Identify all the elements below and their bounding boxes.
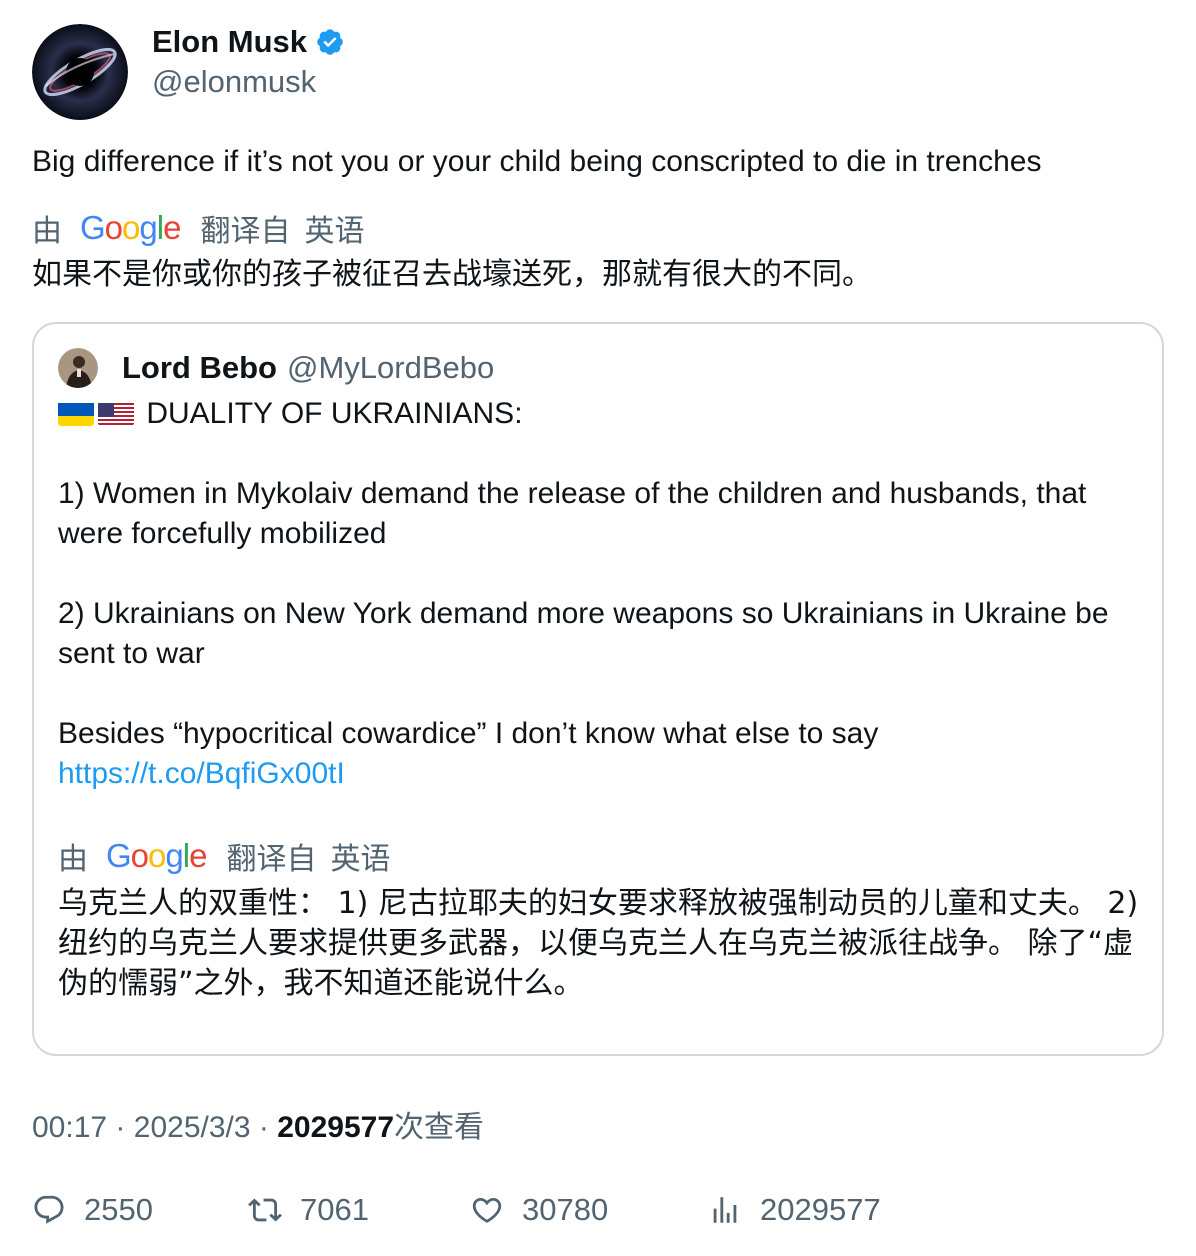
quoted-line-4: Besides “hypocritical cowardice” I don’t… <box>58 717 879 750</box>
quoted-line-1: DUALITY OF UKRAINIANS: <box>146 397 523 430</box>
author-avatar[interactable] <box>32 24 128 120</box>
quoted-translated-text: 乌克兰人的双重性： 1) 尼古拉耶夫的妇女要求释放被强制动员的儿童和丈夫。 2)… <box>58 886 1139 1001</box>
views-chart-icon <box>713 1197 737 1223</box>
retweet-icon <box>248 1198 282 1222</box>
reply-count: 2550 <box>84 1192 153 1227</box>
tweet-time[interactable]: 00:17 <box>32 1111 107 1144</box>
quoted-display-name[interactable]: Lord Bebo <box>122 350 277 386</box>
quoted-text: DUALITY OF UKRAINIANS: 1) Women in Mykol… <box>58 394 1148 794</box>
views-label: 次查看 <box>394 1110 485 1145</box>
retweet-button[interactable]: 7061 <box>248 1188 369 1232</box>
translated-from-label: 翻译自 <box>200 214 291 249</box>
tweet-header: Elon Musk @elonmusk <box>32 24 345 120</box>
like-button[interactable]: 30780 <box>470 1188 608 1232</box>
source-language-link[interactable]: 英语 <box>304 206 364 250</box>
quoted-tweet-card[interactable]: Lord Bebo @MyLordBebo DUALITY OF UKRAINI… <box>32 322 1164 1056</box>
quoted-author-avatar[interactable] <box>58 348 98 388</box>
action-bar: 2550 7061 30780 2029577 <box>32 1188 1164 1232</box>
reply-icon <box>34 1195 64 1224</box>
tweet-translated-text: 如果不是你或你的孩子被征召去战壕送死，那就有很大的不同。 <box>32 257 872 292</box>
meta-separator: · <box>258 1111 269 1144</box>
tweet-text: Big difference if it’s not you or your c… <box>32 145 1042 178</box>
author-display-name[interactable]: Elon Musk <box>152 24 307 60</box>
views-button[interactable]: 2029577 <box>708 1188 881 1232</box>
retweet-count: 7061 <box>300 1192 369 1227</box>
google-logo: Google <box>80 209 181 246</box>
translation-bar: 由 Google 翻译自 英语 <box>32 206 364 250</box>
meta-separator: · <box>115 1111 126 1144</box>
tweet-meta: 00:17 · 2025/3/3 · 2029577次查看 <box>32 1102 484 1146</box>
quoted-line-2: 1) Women in Mykolaiv demand the release … <box>58 477 1087 550</box>
quoted-translated-from-label: 翻译自 <box>226 842 317 877</box>
usa-flag-icon <box>98 400 134 426</box>
views-action-count: 2029577 <box>760 1192 881 1227</box>
reply-button[interactable]: 2550 <box>32 1188 153 1232</box>
like-count: 30780 <box>522 1192 609 1227</box>
quoted-link[interactable]: https://t.co/BqfiGx00tI <box>58 757 345 790</box>
portrait-avatar-icon <box>58 348 98 388</box>
author-handle[interactable]: @elonmusk <box>152 64 345 100</box>
quoted-line-3: 2) Ukrainians on New York demand more we… <box>58 597 1109 670</box>
translated-by-label: 由 <box>32 214 62 249</box>
quoted-translated-by-label: 由 <box>58 842 88 877</box>
quoted-handle[interactable]: @MyLordBebo <box>287 350 494 386</box>
tweet-date[interactable]: 2025/3/3 <box>134 1111 251 1144</box>
views-count: 2029577 <box>277 1111 395 1144</box>
ukraine-flag-icon <box>58 400 94 426</box>
quoted-translation-bar: 由 Google 翻译自 英语 <box>58 834 390 878</box>
black-hole-avatar-icon <box>32 24 128 120</box>
quoted-source-language-link[interactable]: 英语 <box>330 834 390 878</box>
google-logo: Google <box>106 837 207 874</box>
verified-badge-icon[interactable] <box>315 27 345 57</box>
heart-icon <box>472 1197 502 1223</box>
